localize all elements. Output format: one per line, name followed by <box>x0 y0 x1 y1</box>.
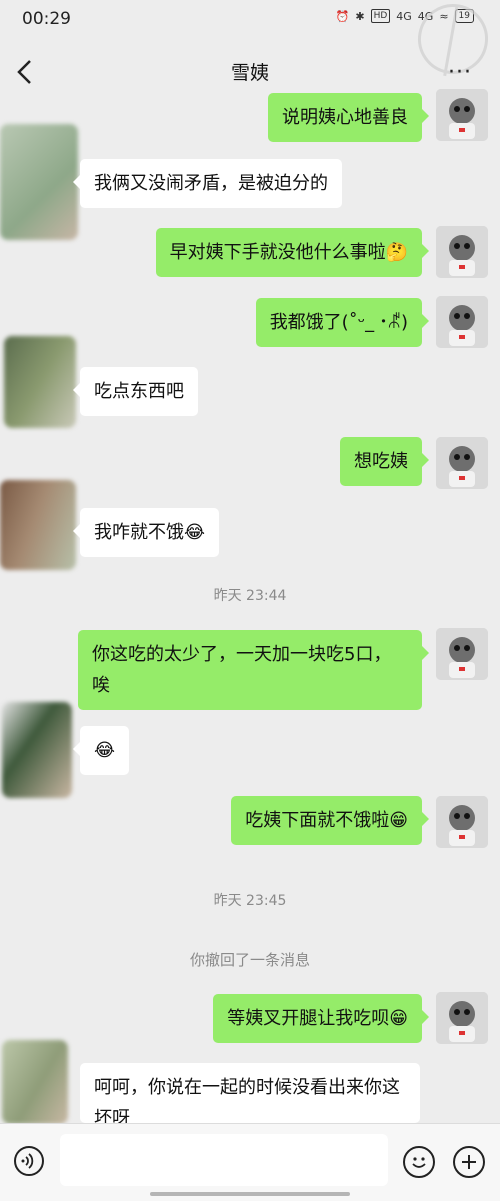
contact-avatar[interactable] <box>2 702 72 798</box>
emoji-icon[interactable] <box>403 1146 435 1178</box>
bluetooth-icon: ✱ <box>355 9 365 23</box>
message-bubble-self[interactable]: 说明姨心地善良 <box>268 93 429 142</box>
message-bubble-self[interactable]: 早对姨下手就没他什么事啦🤔 <box>155 228 430 277</box>
message-bubble-self[interactable]: 你这吃的太少了，一天加一块吃5口，唉 <box>78 630 429 710</box>
message-bubble-self[interactable]: 我都饿了(˚ᵕ_ ･ꉱ) <box>255 298 430 347</box>
add-icon[interactable] <box>453 1146 485 1178</box>
timestamp: 昨天 23:45 <box>213 893 287 909</box>
recall-notice: 你撤回了一条消息 <box>189 951 310 969</box>
chat-title: 雪姨 <box>230 62 269 84</box>
contact-avatar[interactable] <box>2 1040 68 1124</box>
self-avatar[interactable] <box>436 437 488 489</box>
message-bubble-other[interactable]: 吃点东西吧 <box>73 367 198 416</box>
more-options-icon[interactable]: ··· <box>448 60 472 85</box>
status-time: 00:29 <box>22 9 71 29</box>
contact-avatar[interactable] <box>4 336 76 428</box>
home-indicator[interactable] <box>150 1192 350 1196</box>
chat-header: 雪姨 ··· <box>0 40 500 104</box>
contact-avatar[interactable] <box>0 124 78 240</box>
contact-avatar[interactable] <box>0 480 76 570</box>
message-bubble-other[interactable]: 呵呵，你说在一起的时候没看出来你这坏呀 <box>80 1063 420 1123</box>
message-bubble-self[interactable]: 想吃姨 <box>340 437 429 486</box>
self-avatar[interactable] <box>436 628 488 680</box>
self-avatar[interactable] <box>436 992 488 1044</box>
chat-input-bar <box>0 1123 500 1201</box>
message-bubble-other[interactable]: 😂 <box>72 726 130 775</box>
self-avatar[interactable] <box>436 89 488 141</box>
message-bubble-self[interactable]: 等姨叉开腿让我吃呗😁 <box>213 994 429 1043</box>
message-bubble-self[interactable]: 吃姨下面就不饿啦😁 <box>231 796 429 845</box>
self-avatar[interactable] <box>436 296 488 348</box>
alarm-icon: ⏰ <box>335 9 350 23</box>
voice-icon[interactable] <box>14 1146 44 1176</box>
signal-icon-1: 4G <box>396 9 412 23</box>
hd-icon: HD <box>370 9 391 23</box>
message-input[interactable] <box>60 1134 388 1186</box>
message-bubble-other[interactable]: 我俩又没闹矛盾，是被迫分的 <box>73 159 342 208</box>
self-avatar[interactable] <box>436 796 488 848</box>
timestamp: 昨天 23:44 <box>213 588 287 604</box>
message-bubble-other[interactable]: 我咋就不饿😂 <box>72 508 220 557</box>
self-avatar[interactable] <box>436 226 488 278</box>
